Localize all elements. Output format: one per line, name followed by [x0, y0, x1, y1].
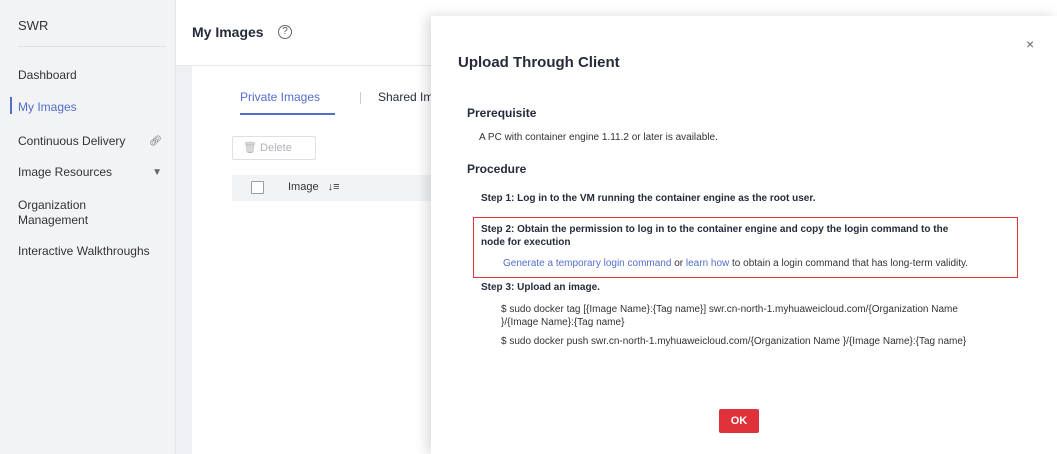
command-tag-line1: $ sudo docker tag [{Image Name}:{Tag nam…: [501, 304, 958, 315]
command-tag-line2: }/{Image Name}:{Tag name}: [501, 317, 625, 328]
help-icon[interactable]: ?: [278, 25, 292, 39]
close-icon[interactable]: ×: [1026, 36, 1034, 52]
upload-drawer: × Upload Through Client Prerequisite A P…: [431, 16, 1057, 454]
step-2-rest: to obtain a login command that has long-…: [732, 258, 969, 269]
step-2-line1: Step 2: Obtain the permission to log in …: [481, 224, 949, 235]
tab-private-images[interactable]: Private Images: [240, 90, 320, 104]
drawer-title: Upload Through Client: [458, 54, 620, 71]
active-indicator: [10, 97, 12, 114]
prerequisite-text: A PC with container engine 1.11.2 or lat…: [479, 132, 718, 143]
learn-how-link[interactable]: learn how: [686, 258, 729, 269]
delete-button[interactable]: 🗑︎ Delete: [232, 136, 316, 160]
link-icon: 🔗︎: [149, 136, 162, 147]
select-all-checkbox[interactable]: [251, 181, 264, 194]
step-1: Step 1: Log in to the VM running the con…: [481, 193, 816, 204]
sidebar-item-my-images[interactable]: My Images: [18, 100, 168, 115]
chevron-down-icon: ▼: [152, 167, 162, 178]
step-2-links: Generate a temporary login command or le…: [503, 258, 968, 269]
column-image-label: Image: [288, 181, 319, 193]
column-image[interactable]: Image ↓≡: [288, 181, 340, 193]
sidebar-item-continuous-delivery[interactable]: Continuous Delivery 🔗︎: [18, 134, 168, 149]
sidebar-item-dashboard[interactable]: Dashboard: [18, 68, 168, 83]
or-text: or: [674, 258, 684, 269]
step-2-line2: node for execution: [481, 237, 571, 248]
tab-separator: [360, 92, 361, 104]
delete-label: Delete: [260, 142, 292, 154]
sidebar-item-organization-management[interactable]: Organization Management: [18, 198, 168, 228]
tab-underline: [240, 113, 335, 115]
sidebar-divider: [18, 46, 166, 47]
step-3: Step 3: Upload an image.: [481, 282, 600, 293]
sidebar-item-image-resources[interactable]: Image Resources ▼: [18, 165, 168, 180]
command-push: $ sudo docker push swr.cn-north-1.myhuaw…: [501, 336, 967, 347]
sidebar: SWR Dashboard My Images Continuous Deliv…: [0, 0, 176, 454]
sidebar-item-label: Image Resources: [18, 165, 113, 179]
sidebar-item-interactive-walkthroughs[interactable]: Interactive Walkthroughs: [18, 244, 168, 259]
trash-icon: 🗑︎: [243, 142, 257, 154]
prerequisite-heading: Prerequisite: [467, 106, 537, 120]
sort-icon[interactable]: ↓≡: [328, 181, 340, 193]
service-title: SWR: [18, 18, 49, 33]
generate-login-command-link[interactable]: Generate a temporary login command: [503, 258, 671, 269]
page-title: My Images: [192, 24, 264, 40]
procedure-heading: Procedure: [467, 162, 527, 176]
sidebar-item-label: Continuous Delivery: [18, 134, 126, 148]
ok-button[interactable]: OK: [719, 409, 759, 433]
